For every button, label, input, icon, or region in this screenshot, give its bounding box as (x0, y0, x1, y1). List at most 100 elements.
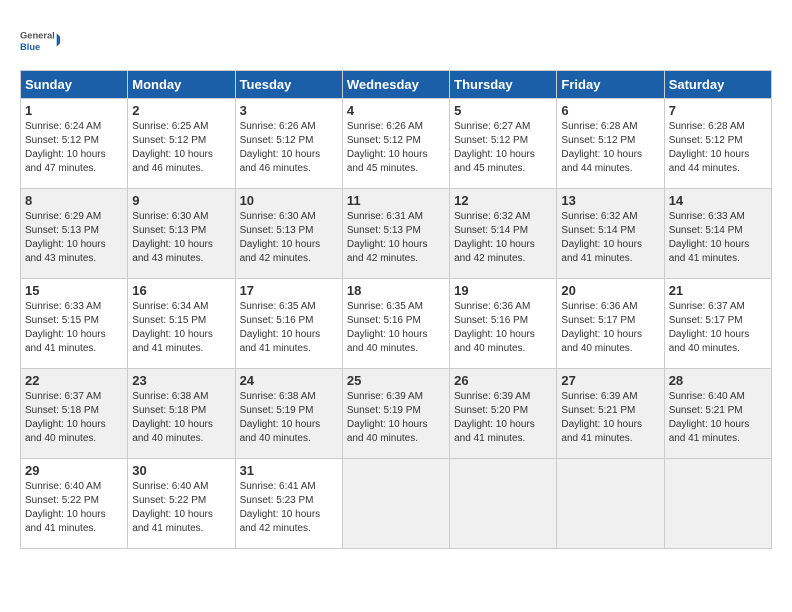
day-number: 6 (561, 103, 659, 118)
calendar-cell: 26 Sunrise: 6:39 AMSunset: 5:20 PMDaylig… (450, 369, 557, 459)
day-number: 13 (561, 193, 659, 208)
day-number: 29 (25, 463, 123, 478)
day-info: Sunrise: 6:37 AMSunset: 5:18 PMDaylight:… (25, 391, 106, 444)
calendar-cell (450, 459, 557, 549)
day-info: Sunrise: 6:39 AMSunset: 5:19 PMDaylight:… (347, 391, 428, 444)
day-number: 23 (132, 373, 230, 388)
calendar-cell (557, 459, 664, 549)
day-number: 15 (25, 283, 123, 298)
day-info: Sunrise: 6:34 AMSunset: 5:15 PMDaylight:… (132, 301, 213, 354)
day-number: 22 (25, 373, 123, 388)
day-info: Sunrise: 6:40 AMSunset: 5:22 PMDaylight:… (25, 481, 106, 534)
day-number: 30 (132, 463, 230, 478)
day-info: Sunrise: 6:33 AMSunset: 5:14 PMDaylight:… (669, 211, 750, 264)
day-number: 12 (454, 193, 552, 208)
day-number: 26 (454, 373, 552, 388)
calendar-cell: 30 Sunrise: 6:40 AMSunset: 5:22 PMDaylig… (128, 459, 235, 549)
calendar-cell (664, 459, 771, 549)
calendar-cell: 21 Sunrise: 6:37 AMSunset: 5:17 PMDaylig… (664, 279, 771, 369)
calendar-cell: 27 Sunrise: 6:39 AMSunset: 5:21 PMDaylig… (557, 369, 664, 459)
svg-text:General: General (20, 31, 55, 41)
weekday-header: Thursday (450, 71, 557, 99)
calendar-cell: 16 Sunrise: 6:34 AMSunset: 5:15 PMDaylig… (128, 279, 235, 369)
weekday-header: Wednesday (342, 71, 449, 99)
day-number: 25 (347, 373, 445, 388)
calendar-cell: 17 Sunrise: 6:35 AMSunset: 5:16 PMDaylig… (235, 279, 342, 369)
weekday-header: Saturday (664, 71, 771, 99)
day-info: Sunrise: 6:30 AMSunset: 5:13 PMDaylight:… (132, 211, 213, 264)
weekday-header: Tuesday (235, 71, 342, 99)
day-info: Sunrise: 6:33 AMSunset: 5:15 PMDaylight:… (25, 301, 106, 354)
calendar-cell: 9 Sunrise: 6:30 AMSunset: 5:13 PMDayligh… (128, 189, 235, 279)
day-info: Sunrise: 6:39 AMSunset: 5:20 PMDaylight:… (454, 391, 535, 444)
day-info: Sunrise: 6:38 AMSunset: 5:18 PMDaylight:… (132, 391, 213, 444)
day-info: Sunrise: 6:32 AMSunset: 5:14 PMDaylight:… (561, 211, 642, 264)
day-info: Sunrise: 6:40 AMSunset: 5:22 PMDaylight:… (132, 481, 213, 534)
day-info: Sunrise: 6:37 AMSunset: 5:17 PMDaylight:… (669, 301, 750, 354)
day-number: 7 (669, 103, 767, 118)
day-info: Sunrise: 6:36 AMSunset: 5:17 PMDaylight:… (561, 301, 642, 354)
day-info: Sunrise: 6:26 AMSunset: 5:12 PMDaylight:… (240, 121, 321, 174)
calendar-cell: 7 Sunrise: 6:28 AMSunset: 5:12 PMDayligh… (664, 99, 771, 189)
day-info: Sunrise: 6:36 AMSunset: 5:16 PMDaylight:… (454, 301, 535, 354)
day-number: 17 (240, 283, 338, 298)
calendar-cell: 14 Sunrise: 6:33 AMSunset: 5:14 PMDaylig… (664, 189, 771, 279)
calendar-cell (342, 459, 449, 549)
calendar-cell: 4 Sunrise: 6:26 AMSunset: 5:12 PMDayligh… (342, 99, 449, 189)
calendar-cell: 19 Sunrise: 6:36 AMSunset: 5:16 PMDaylig… (450, 279, 557, 369)
day-info: Sunrise: 6:26 AMSunset: 5:12 PMDaylight:… (347, 121, 428, 174)
day-info: Sunrise: 6:31 AMSunset: 5:13 PMDaylight:… (347, 211, 428, 264)
day-info: Sunrise: 6:25 AMSunset: 5:12 PMDaylight:… (132, 121, 213, 174)
day-number: 18 (347, 283, 445, 298)
calendar-cell: 3 Sunrise: 6:26 AMSunset: 5:12 PMDayligh… (235, 99, 342, 189)
day-info: Sunrise: 6:27 AMSunset: 5:12 PMDaylight:… (454, 121, 535, 174)
day-number: 1 (25, 103, 123, 118)
calendar-cell: 11 Sunrise: 6:31 AMSunset: 5:13 PMDaylig… (342, 189, 449, 279)
day-info: Sunrise: 6:35 AMSunset: 5:16 PMDaylight:… (347, 301, 428, 354)
calendar-cell: 24 Sunrise: 6:38 AMSunset: 5:19 PMDaylig… (235, 369, 342, 459)
calendar-cell: 2 Sunrise: 6:25 AMSunset: 5:12 PMDayligh… (128, 99, 235, 189)
day-info: Sunrise: 6:40 AMSunset: 5:21 PMDaylight:… (669, 391, 750, 444)
calendar-cell: 22 Sunrise: 6:37 AMSunset: 5:18 PMDaylig… (21, 369, 128, 459)
day-number: 28 (669, 373, 767, 388)
calendar-cell: 8 Sunrise: 6:29 AMSunset: 5:13 PMDayligh… (21, 189, 128, 279)
logo: General Blue (20, 20, 60, 60)
day-number: 27 (561, 373, 659, 388)
calendar-cell: 31 Sunrise: 6:41 AMSunset: 5:23 PMDaylig… (235, 459, 342, 549)
day-number: 5 (454, 103, 552, 118)
day-info: Sunrise: 6:28 AMSunset: 5:12 PMDaylight:… (669, 121, 750, 174)
calendar-cell: 12 Sunrise: 6:32 AMSunset: 5:14 PMDaylig… (450, 189, 557, 279)
calendar: SundayMondayTuesdayWednesdayThursdayFrid… (20, 70, 772, 549)
day-info: Sunrise: 6:39 AMSunset: 5:21 PMDaylight:… (561, 391, 642, 444)
day-number: 4 (347, 103, 445, 118)
day-number: 14 (669, 193, 767, 208)
day-number: 24 (240, 373, 338, 388)
day-number: 11 (347, 193, 445, 208)
day-number: 31 (240, 463, 338, 478)
logo-svg: General Blue (20, 20, 60, 60)
calendar-cell: 25 Sunrise: 6:39 AMSunset: 5:19 PMDaylig… (342, 369, 449, 459)
calendar-cell: 1 Sunrise: 6:24 AMSunset: 5:12 PMDayligh… (21, 99, 128, 189)
day-info: Sunrise: 6:41 AMSunset: 5:23 PMDaylight:… (240, 481, 321, 534)
svg-text:Blue: Blue (20, 42, 40, 52)
day-number: 19 (454, 283, 552, 298)
day-info: Sunrise: 6:24 AMSunset: 5:12 PMDaylight:… (25, 121, 106, 174)
day-info: Sunrise: 6:28 AMSunset: 5:12 PMDaylight:… (561, 121, 642, 174)
day-info: Sunrise: 6:35 AMSunset: 5:16 PMDaylight:… (240, 301, 321, 354)
weekday-header: Friday (557, 71, 664, 99)
weekday-header: Monday (128, 71, 235, 99)
day-number: 9 (132, 193, 230, 208)
day-number: 10 (240, 193, 338, 208)
day-number: 3 (240, 103, 338, 118)
calendar-cell: 23 Sunrise: 6:38 AMSunset: 5:18 PMDaylig… (128, 369, 235, 459)
calendar-cell: 6 Sunrise: 6:28 AMSunset: 5:12 PMDayligh… (557, 99, 664, 189)
day-info: Sunrise: 6:30 AMSunset: 5:13 PMDaylight:… (240, 211, 321, 264)
day-number: 2 (132, 103, 230, 118)
day-info: Sunrise: 6:38 AMSunset: 5:19 PMDaylight:… (240, 391, 321, 444)
calendar-cell: 28 Sunrise: 6:40 AMSunset: 5:21 PMDaylig… (664, 369, 771, 459)
calendar-cell: 5 Sunrise: 6:27 AMSunset: 5:12 PMDayligh… (450, 99, 557, 189)
calendar-cell: 10 Sunrise: 6:30 AMSunset: 5:13 PMDaylig… (235, 189, 342, 279)
calendar-cell: 13 Sunrise: 6:32 AMSunset: 5:14 PMDaylig… (557, 189, 664, 279)
calendar-cell: 18 Sunrise: 6:35 AMSunset: 5:16 PMDaylig… (342, 279, 449, 369)
weekday-header: Sunday (21, 71, 128, 99)
